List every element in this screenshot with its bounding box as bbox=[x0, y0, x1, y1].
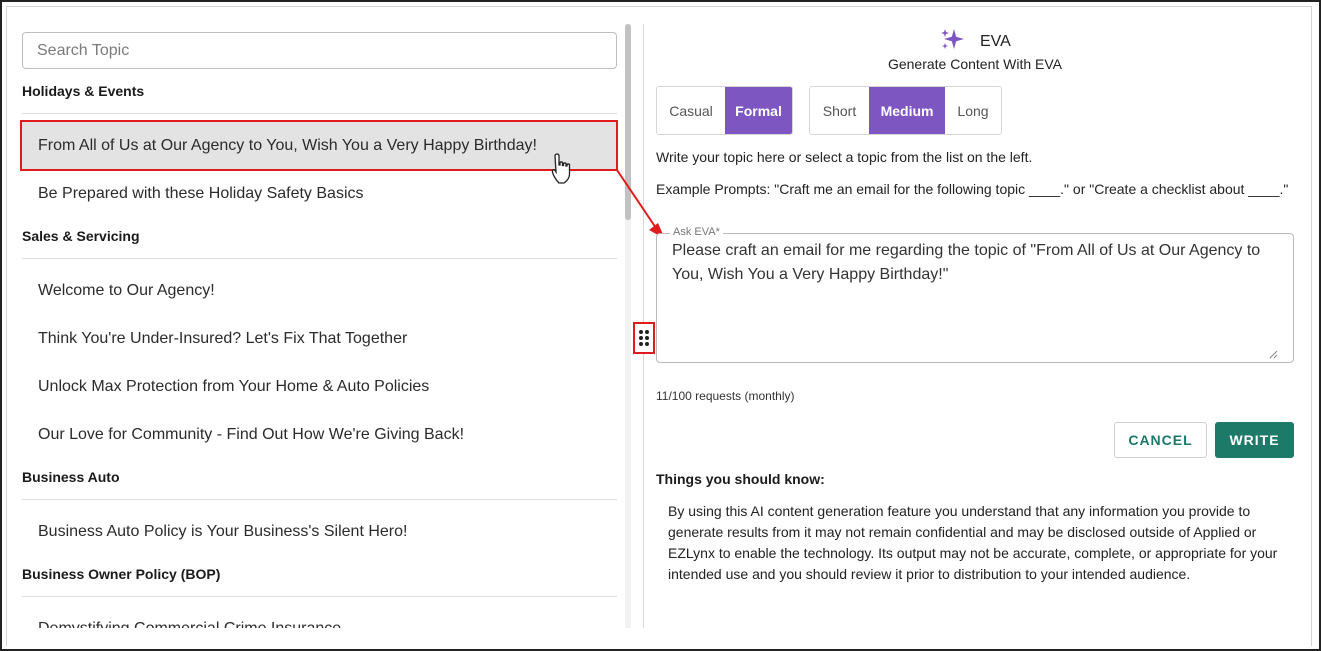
tone-formal-button[interactable]: Formal bbox=[725, 87, 792, 134]
topic-item[interactable]: Be Prepared with these Holiday Safety Ba… bbox=[38, 185, 364, 203]
search-topic-input[interactable] bbox=[22, 32, 617, 69]
eva-subtitle: Generate Content With EVA bbox=[887, 56, 1063, 72]
cancel-button[interactable]: CANCEL bbox=[1114, 422, 1207, 458]
topic-item[interactable]: Business Auto Policy is Your Business's … bbox=[38, 523, 407, 541]
example-prompts-text: Example Prompts: "Craft me an email for … bbox=[656, 181, 1289, 197]
topic-item[interactable]: Welcome to Our Agency! bbox=[38, 282, 215, 300]
length-short-button[interactable]: Short bbox=[810, 87, 869, 134]
length-toggle-group: Short Medium Long bbox=[809, 86, 1002, 135]
length-long-button[interactable]: Long bbox=[945, 87, 1001, 134]
request-counter: 11/100 requests (monthly) bbox=[656, 389, 795, 403]
category-heading: Business Owner Policy (BOP) bbox=[22, 566, 221, 582]
divider bbox=[22, 499, 617, 500]
category-heading: Holidays & Events bbox=[22, 83, 145, 99]
topic-list-scrollbar[interactable] bbox=[625, 24, 631, 628]
category-heading: Sales & Servicing bbox=[22, 228, 140, 244]
topic-item-partial[interactable]: Demystifying Commercial Crime Insurance bbox=[20, 616, 620, 628]
pointer-hand-icon bbox=[550, 152, 574, 191]
ask-eva-value[interactable]: Please craft an email for me regarding t… bbox=[672, 239, 1282, 287]
category-heading: Business Auto bbox=[22, 469, 120, 485]
instruction-text: Write your topic here or select a topic … bbox=[656, 149, 1033, 165]
topic-item[interactable]: Our Love for Community - Find Out How We… bbox=[38, 426, 464, 444]
write-button[interactable]: WRITE bbox=[1215, 422, 1294, 458]
tone-casual-button[interactable]: Casual bbox=[657, 87, 725, 134]
eva-header: EVA bbox=[940, 28, 1011, 55]
topic-item[interactable]: Think You're Under-Insured? Let's Fix Th… bbox=[38, 330, 407, 348]
topic-label: From All of Us at Our Agency to You, Wis… bbox=[38, 137, 537, 154]
eva-title: EVA bbox=[980, 32, 1011, 50]
ask-eva-label: Ask EVA* bbox=[670, 226, 723, 238]
drag-handle-icon[interactable] bbox=[633, 322, 655, 354]
divider bbox=[22, 596, 617, 597]
notice-title: Things you should know: bbox=[656, 471, 825, 487]
resize-grip-icon[interactable] bbox=[1268, 346, 1278, 364]
notice-text: By using this AI content generation feat… bbox=[668, 503, 1278, 582]
divider bbox=[22, 113, 617, 114]
topic-item[interactable]: Unlock Max Protection from Your Home & A… bbox=[38, 378, 429, 396]
divider bbox=[22, 258, 617, 259]
topic-item-selected[interactable]: From All of Us at Our Agency to You, Wis… bbox=[20, 120, 618, 171]
sparkle-icon bbox=[940, 28, 966, 55]
length-medium-button[interactable]: Medium bbox=[869, 87, 945, 134]
topic-label: Demystifying Commercial Crime Insurance bbox=[38, 620, 341, 628]
scrollbar-thumb[interactable] bbox=[625, 24, 631, 220]
tone-toggle-group: Casual Formal bbox=[656, 86, 793, 135]
